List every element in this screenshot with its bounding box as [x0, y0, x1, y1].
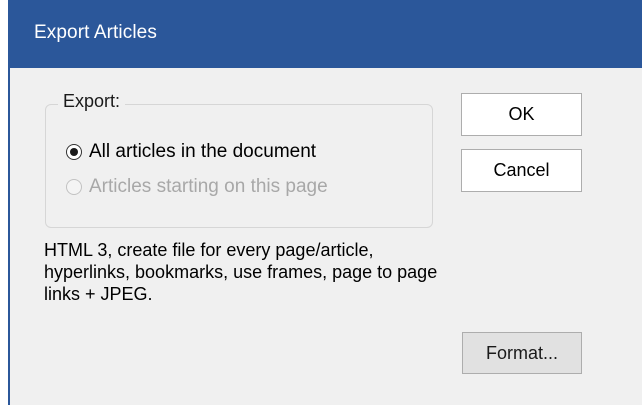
- format-description: HTML 3, create file for every page/artic…: [44, 240, 438, 304]
- title-bar: Export Articles: [8, 0, 642, 68]
- ok-button[interactable]: OK: [461, 93, 582, 136]
- radio-button-disabled: [66, 179, 82, 195]
- cancel-button[interactable]: Cancel: [461, 149, 582, 192]
- radio-articles-this-page: Articles starting on this page: [66, 176, 328, 198]
- format-button[interactable]: Format...: [462, 332, 582, 374]
- window-border: [8, 0, 10, 405]
- radio-all-articles-label: All articles in the document: [89, 141, 317, 162]
- radio-articles-this-page-label: Articles starting on this page: [89, 176, 328, 197]
- export-groupbox: [45, 104, 433, 228]
- radio-button-checked[interactable]: [66, 144, 82, 160]
- radio-all-articles[interactable]: All articles in the document: [66, 141, 316, 163]
- export-group-label: Export:: [58, 91, 126, 112]
- dialog-title: Export Articles: [34, 22, 157, 43]
